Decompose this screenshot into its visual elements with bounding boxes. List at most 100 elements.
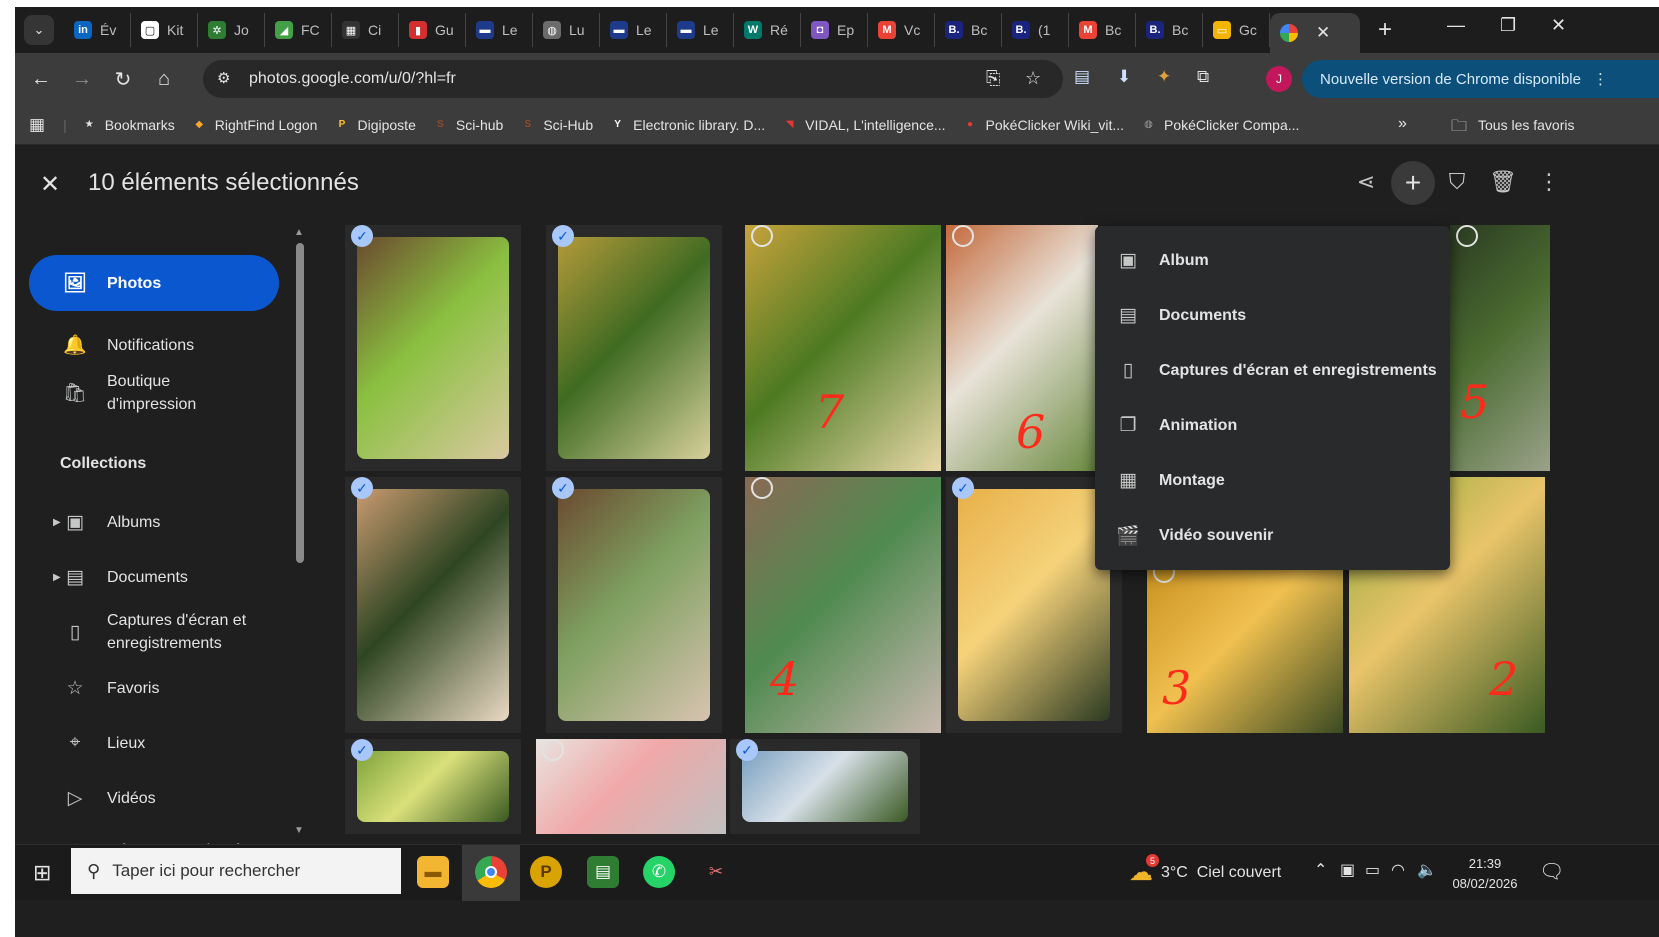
bookmark-item[interactable]: ◍ PokéClicker Compa... <box>1140 116 1299 133</box>
url-text[interactable]: photos.google.com/u/0/?hl=fr <box>249 70 456 88</box>
windows-start-icon[interactable]: ⊞ <box>33 860 51 886</box>
photo-tile[interactable]: ✓ <box>345 225 521 471</box>
bookmark-star-icon[interactable]: ☆ <box>1025 68 1041 89</box>
photo-tile[interactable]: ✓ <box>345 477 521 733</box>
bookmark-item[interactable]: ◆ RightFind Logon <box>191 116 317 133</box>
unselected-circle-icon[interactable] <box>952 225 974 247</box>
unselected-circle-icon[interactable] <box>542 739 564 761</box>
sheet-app-icon[interactable]: ▤ <box>587 856 619 888</box>
taskbar-search-box[interactable]: ⚲ Taper ici pour rechercher <box>71 848 401 894</box>
tab-1[interactable]: ▢ Kit <box>131 13 198 47</box>
tab-3[interactable]: ◢ FC <box>265 13 332 47</box>
reload-icon[interactable]: ↻ <box>109 65 137 93</box>
tray-overflow-icon[interactable]: ⌃ <box>1314 860 1327 880</box>
chrome-icon[interactable] <box>475 856 507 888</box>
home-icon[interactable]: ⌂ <box>150 65 178 93</box>
photo-tile[interactable]: ✓ <box>345 739 521 834</box>
tab-4[interactable]: ▦ Ci <box>332 13 399 47</box>
new-tab-button[interactable]: + <box>1378 16 1392 44</box>
tray-device-icon[interactable]: ▣ <box>1340 860 1355 880</box>
menu-item-3[interactable]: ❐ Animation <box>1095 398 1450 453</box>
tab-5[interactable]: ▮ Gu <box>399 13 466 47</box>
sidebar-item-2[interactable]: 🛍 Boutique d'impression <box>29 368 279 418</box>
address-bar[interactable]: ⚙ photos.google.com/u/0/?hl=fr ⎘ ☆ <box>203 60 1063 98</box>
bookmark-item[interactable]: ★ Bookmarks <box>81 116 175 133</box>
photo-tile[interactable]: 4 <box>745 477 941 733</box>
clear-selection-icon[interactable]: ✕ <box>40 170 60 199</box>
menu-item-5[interactable]: 🎬 Vidéo souvenir <box>1095 508 1450 563</box>
file-explorer-icon[interactable]: ▬ <box>417 856 449 888</box>
selected-check-icon[interactable]: ✓ <box>351 477 373 499</box>
selected-check-icon[interactable]: ✓ <box>351 225 373 247</box>
sidebar-scrollbar[interactable]: ▲ ▼ <box>293 227 307 837</box>
menu-item-1[interactable]: ▤ Documents <box>1095 288 1450 343</box>
whatsapp-icon[interactable]: ✆ <box>643 856 675 888</box>
tab-8[interactable]: ▬ Le <box>600 13 667 47</box>
bookmark-item[interactable]: S Sci-hub <box>432 116 503 133</box>
trash-icon[interactable]: 🗑 <box>1488 169 1518 195</box>
collection-item-5[interactable]: ▷ Vidéos <box>29 773 279 823</box>
collection-item-1[interactable]: ▶ ▤ Documents <box>29 552 279 602</box>
tab-google-photos-active[interactable]: ✕ <box>1270 13 1360 53</box>
tab-7[interactable]: ◍ Lu <box>533 13 600 47</box>
add-to-button[interactable]: + <box>1391 161 1435 205</box>
all-bookmarks-link[interactable]: Tous les favoris <box>1478 117 1574 133</box>
tab-15[interactable]: M Bc <box>1069 13 1136 47</box>
tab-9[interactable]: ▬ Le <box>667 13 734 47</box>
extensions-puzzle-icon[interactable]: ⧉ <box>1197 67 1209 87</box>
bookmark-item[interactable]: S Sci-Hub <box>519 116 593 133</box>
tab-13[interactable]: B. Bc <box>935 13 1002 47</box>
unselected-circle-icon[interactable] <box>1456 225 1478 247</box>
site-settings-icon[interactable]: ⚙ <box>217 69 230 87</box>
extension-fox-icon[interactable]: ✦ <box>1157 67 1171 87</box>
selected-check-icon[interactable]: ✓ <box>351 739 373 761</box>
photo-tile[interactable]: 7 <box>745 225 941 471</box>
system-clock[interactable]: 21:39 08/02/2026 <box>1445 854 1525 894</box>
photo-tile[interactable]: ✓ <box>546 225 722 471</box>
snipping-tool-icon[interactable]: ✂ <box>700 856 732 888</box>
photo-tile[interactable]: ✓ <box>730 739 920 834</box>
scrollbar-thumb[interactable] <box>296 243 304 563</box>
selected-check-icon[interactable]: ✓ <box>736 739 758 761</box>
apps-grid-icon[interactable]: ▦ <box>29 115 45 135</box>
bookmark-item[interactable]: ● PokéClicker Wiki_vit... <box>962 116 1124 133</box>
unselected-circle-icon[interactable] <box>751 477 773 499</box>
chrome-update-button[interactable]: Nouvelle version de Chrome disponible ⋮ <box>1302 60 1659 98</box>
expand-caret-icon[interactable]: ▶ <box>53 517 61 528</box>
notification-center-icon[interactable]: 🗨 <box>1539 859 1564 884</box>
menu-item-2[interactable]: ▯ Captures d'écran et enregistrements <box>1095 343 1450 398</box>
photo-tile[interactable]: 3 <box>1147 561 1343 733</box>
scroll-up-icon[interactable]: ▲ <box>294 227 304 238</box>
collection-item-0[interactable]: ▶ ▣ Albums <box>29 497 279 547</box>
bookmarks-overflow-icon[interactable]: » <box>1398 115 1407 133</box>
unselected-circle-icon[interactable] <box>751 225 773 247</box>
extension-doc-icon[interactable]: ▤ <box>1074 67 1090 87</box>
menu-item-0[interactable]: ▣ Album <box>1095 233 1450 288</box>
bookmark-item[interactable]: ◥ VIDAL, L'intelligence... <box>781 116 946 133</box>
photo-tile[interactable]: 5 <box>1450 225 1550 471</box>
selected-check-icon[interactable]: ✓ <box>552 477 574 499</box>
tab-11[interactable]: ◘ Ep <box>801 13 868 47</box>
sidebar-item-0[interactable]: 🖼 Photos <box>29 255 279 311</box>
tab-12[interactable]: M Vc <box>868 13 935 47</box>
share-icon[interactable]: ⋖ <box>1351 169 1381 195</box>
close-window-icon[interactable]: ✕ <box>1551 15 1566 36</box>
app-p-icon[interactable]: P <box>530 856 562 888</box>
selected-check-icon[interactable]: ✓ <box>552 225 574 247</box>
wifi-icon[interactable]: ◠ <box>1391 860 1405 880</box>
photo-tile[interactable] <box>536 739 726 834</box>
forward-icon[interactable]: → <box>68 65 96 93</box>
extension-download-icon[interactable]: ⬇ <box>1117 67 1131 87</box>
back-icon[interactable]: ← <box>27 65 55 93</box>
order-prints-icon[interactable]: ⛉ <box>1442 169 1472 195</box>
install-app-icon[interactable]: ⎘ <box>986 68 1000 89</box>
tab-close-icon[interactable]: ✕ <box>1316 23 1330 43</box>
photo-tile[interactable]: ✓ <box>546 477 722 733</box>
expand-caret-icon[interactable]: ▶ <box>53 572 61 583</box>
scroll-down-icon[interactable]: ▼ <box>294 825 304 836</box>
minimize-icon[interactable]: — <box>1447 15 1465 36</box>
tab-0[interactable]: in Év <box>64 13 131 47</box>
selected-check-icon[interactable]: ✓ <box>952 477 974 499</box>
tab-10[interactable]: W Ré <box>734 13 801 47</box>
collection-item-4[interactable]: ⌖ Lieux <box>29 718 279 768</box>
